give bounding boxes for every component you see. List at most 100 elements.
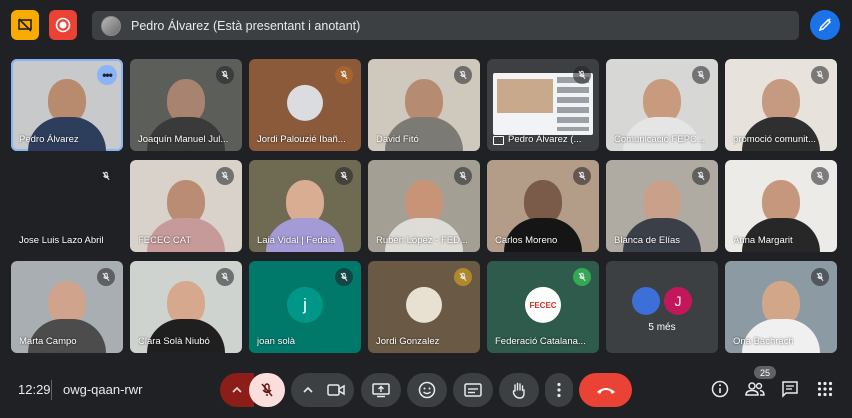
muted-indicator <box>216 268 234 286</box>
avatar-letter: J <box>674 293 682 309</box>
annotate-button[interactable] <box>810 10 840 40</box>
more-options-icon[interactable]: ••• <box>97 65 117 85</box>
muted-indicator <box>97 167 115 185</box>
participant-name: Marta Campo <box>19 336 77 347</box>
participants-count-badge: 25 <box>754 366 776 379</box>
mic-off-icon <box>816 70 824 80</box>
mic-off-icon <box>459 171 467 181</box>
avatar <box>287 84 323 121</box>
apps-grid-icon <box>817 381 833 397</box>
mic-off-icon <box>578 171 586 181</box>
participant-tile[interactable]: Rubén López - FED... <box>368 160 480 252</box>
present-now-button[interactable] <box>361 373 401 407</box>
presentation-off-icon <box>18 18 32 32</box>
participant-tile[interactable]: Clara Solà Niubó <box>130 261 242 353</box>
reactions-button[interactable] <box>407 373 447 407</box>
mic-off-icon <box>102 272 110 282</box>
mic-off-icon <box>816 272 824 282</box>
meeting-details-button[interactable] <box>710 379 730 399</box>
presenting-icon <box>493 136 504 145</box>
participant-tile[interactable]: promoció comunit... <box>725 59 837 151</box>
chat-button[interactable] <box>780 379 800 399</box>
participant-tile[interactable]: Pedro Álvarez ••• <box>11 59 123 151</box>
participant-tile[interactable]: Blanca de Elías <box>606 160 718 252</box>
mic-off-icon <box>578 272 586 282</box>
participant-name: Jose Luis Lazo Abril <box>19 235 104 246</box>
muted-indicator <box>454 268 472 286</box>
captions-button[interactable] <box>453 373 493 407</box>
avatar: J <box>664 287 692 315</box>
mic-off-icon <box>697 70 705 80</box>
participant-name: Federació Catalana... <box>495 336 586 347</box>
muted-indicator <box>216 66 234 84</box>
organization-logo: FECEC <box>525 286 561 323</box>
videocam-icon <box>327 384 345 396</box>
muted-indicator <box>335 167 353 185</box>
participant-tile[interactable]: Joaquín Manuel Jul... <box>130 59 242 151</box>
present-stop-button[interactable] <box>11 10 39 40</box>
more-vert-icon <box>557 382 561 398</box>
participant-tile[interactable]: Pedro Álvarez (... <box>487 59 599 151</box>
participant-name: Pedro Álvarez (... <box>508 134 582 145</box>
participant-name: Jordi Palouzié Ibañ... <box>257 134 346 145</box>
muted-indicator <box>811 268 829 286</box>
participant-tile[interactable]: Comunicació FEPC... <box>606 59 718 151</box>
participant-tile[interactable]: Anna Margarit <box>725 160 837 252</box>
participant-name: Joaquín Manuel Jul... <box>138 134 229 145</box>
chevron-up-icon <box>232 386 242 393</box>
mic-off-icon <box>221 70 229 80</box>
participant-name: Ona Bachrach <box>733 336 794 347</box>
record-button[interactable] <box>49 10 77 40</box>
chevron-up-icon <box>303 386 313 393</box>
participant-tile[interactable]: Jordi Gonzalez <box>368 261 480 353</box>
muted-indicator <box>216 167 234 185</box>
participant-name: joan solà <box>257 336 296 347</box>
participant-tile[interactable]: Jordi Palouzié Ibañ... <box>249 59 361 151</box>
avatar-letter: j <box>303 294 307 314</box>
record-icon <box>55 17 71 33</box>
muted-indicator <box>97 268 115 286</box>
presenter-banner: Pedro Álvarez (Està presentant i anotant… <box>92 11 799 40</box>
mic-off-icon <box>578 70 586 80</box>
participant-tile[interactable]: David Fitó <box>368 59 480 151</box>
participant-tile[interactable]: Carlos Moreno <box>487 160 599 252</box>
raise-hand-button[interactable] <box>499 373 539 407</box>
participant-tile[interactable]: Marta Campo <box>11 261 123 353</box>
avatar: j <box>287 286 323 323</box>
muted-indicator <box>573 268 591 286</box>
mic-off-icon <box>697 171 705 181</box>
participant-tile[interactable]: J 5 més <box>606 261 718 353</box>
mic-off-icon <box>340 171 348 181</box>
leave-call-button[interactable] <box>579 373 632 407</box>
chat-icon <box>782 381 798 398</box>
people-button[interactable] <box>745 379 765 399</box>
camera-toggle-button[interactable] <box>318 373 354 407</box>
hand-icon <box>512 382 525 399</box>
muted-indicator <box>811 66 829 84</box>
mic-off-icon <box>261 383 273 397</box>
participant-name: David Fitó <box>376 134 419 145</box>
logo-text: FECEC <box>529 300 557 310</box>
participant-tile[interactable]: Laia Vidal | Fedaia <box>249 160 361 252</box>
present-screen-icon <box>372 383 390 398</box>
participant-tile[interactable]: Ona Bachrach <box>725 261 837 353</box>
more-participants-label: 5 més <box>648 322 676 333</box>
participant-name: Comunicació FEPC... <box>614 134 705 145</box>
meeting-code: owg-qaan-rwr <box>63 382 143 397</box>
activities-button[interactable] <box>815 379 835 399</box>
microphone-toggle-button[interactable] <box>249 373 285 407</box>
participant-name: Clara Solà Niubó <box>138 336 210 347</box>
muted-indicator <box>454 167 472 185</box>
participant-tile[interactable]: j joan solà <box>249 261 361 353</box>
participant-tile[interactable]: Jose Luis Lazo Abril <box>11 160 123 252</box>
muted-indicator <box>692 66 710 84</box>
people-icon <box>745 382 765 396</box>
participant-tile[interactable]: FECEC CAT <box>130 160 242 252</box>
participant-tile[interactable]: FECEC Federació Catalana... <box>487 261 599 353</box>
more-participants-avatars: J <box>632 287 692 315</box>
more-options-button[interactable] <box>545 373 573 407</box>
participant-name: Pedro Álvarez <box>19 134 79 145</box>
mic-off-icon <box>459 70 467 80</box>
participant-name: Anna Margarit <box>733 235 793 246</box>
mic-off-icon <box>221 272 229 282</box>
